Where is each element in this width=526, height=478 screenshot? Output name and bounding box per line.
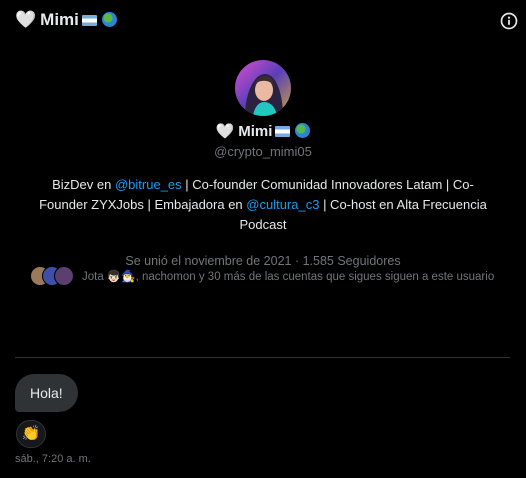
white-heart-icon: 🤍: [215, 123, 235, 140]
header-name: Mimi: [40, 10, 79, 29]
followers-you-follow-text: Jota 👦🏻🧙‍♂️, nachomon y 30 más de las cu…: [82, 271, 495, 283]
profile-avatar[interactable]: [235, 60, 291, 116]
argentina-flag-icon: [275, 126, 291, 137]
conversation-info-button[interactable]: [498, 10, 520, 32]
header-title: 🤍 Mimi: [15, 10, 117, 30]
message-bubble[interactable]: Hola!: [15, 374, 78, 412]
globe-icon: [295, 123, 311, 138]
message-timestamp: sáb., 7:20 a. m.: [15, 453, 91, 465]
bio-link-cultura[interactable]: @cultura_c3: [246, 197, 319, 212]
avatar-image: [235, 60, 291, 116]
conversation-header: 🤍 Mimi: [0, 0, 526, 40]
profile-summary: 🤍 Mimi @crypto_mimi05 BizDev en @bitrue_e…: [0, 60, 526, 268]
profile-handle[interactable]: @crypto_mimi05: [0, 144, 526, 159]
profile-name-row: 🤍 Mimi: [0, 122, 526, 142]
followers-you-follow[interactable]: Jota 👦🏻🧙‍♂️, nachomon y 30 más de las cu…: [30, 265, 494, 287]
bio-text: BizDev en: [52, 177, 115, 192]
white-heart-icon: 🤍: [15, 10, 37, 29]
bio-link-bitrue[interactable]: @bitrue_es: [115, 177, 182, 192]
info-circle-icon: [500, 12, 518, 30]
argentina-flag-icon: [81, 15, 97, 26]
profile-bio: BizDev en @bitrue_es | Co-founder Comuni…: [28, 175, 498, 235]
reaction-clapping-hands-icon[interactable]: 👏: [16, 420, 46, 448]
profile-display-name: Mimi: [238, 123, 273, 140]
mutual-avatar: [54, 266, 74, 286]
globe-icon: [101, 12, 117, 27]
divider: [15, 357, 510, 358]
mutual-avatars: [30, 266, 74, 286]
